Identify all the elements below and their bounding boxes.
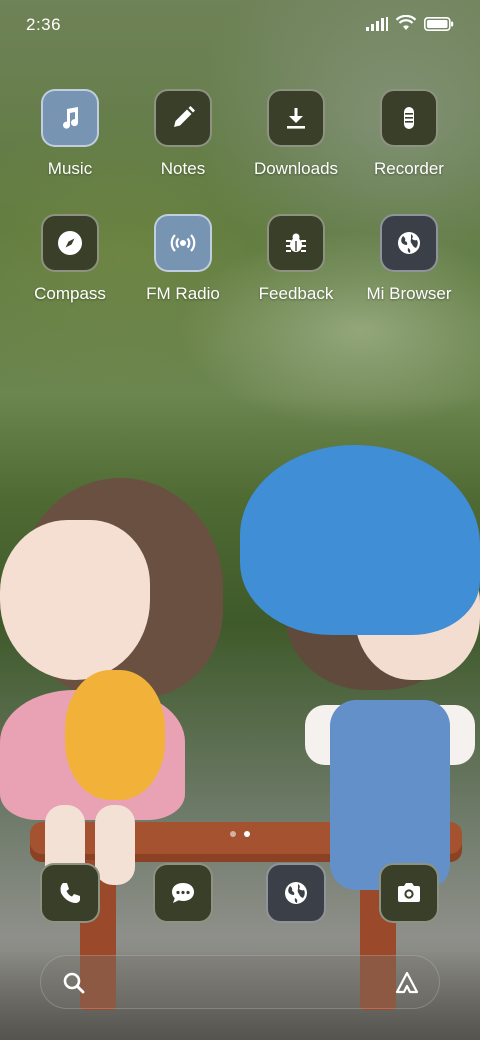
dock-phone[interactable] [40,863,100,923]
wallpaper-boy-overall [330,700,450,890]
page-indicator [0,831,480,837]
app-label: Recorder [374,159,444,178]
app-compass[interactable]: Compass [14,214,126,304]
bug-icon[interactable] [267,214,325,272]
app-feedback[interactable]: Feedback [240,214,352,304]
wallpaper-boy-cap [240,445,480,635]
app-label: FM Radio [146,284,220,303]
search-bar[interactable] [40,955,440,1009]
search-icon[interactable] [61,970,87,1001]
radio-signal-icon[interactable] [154,214,212,272]
chat-bubble-icon[interactable] [153,863,213,923]
dock-browser[interactable] [266,863,326,923]
assistant-a-icon[interactable] [393,970,421,1001]
app-recorder[interactable]: Recorder [353,89,465,179]
home-screen: 2:36 Music Notes Downloads Recorder Comp… [0,0,480,1040]
wallpaper-bunny [65,670,165,800]
wallpaper-girl-face [0,520,150,680]
app-music[interactable]: Music [14,89,126,179]
status-bar: 2:36 [0,0,480,50]
battery-icon [424,16,454,36]
app-notes[interactable]: Notes [127,89,239,179]
app-label: Compass [34,284,106,303]
wifi-icon [395,14,417,36]
app-label: Notes [160,159,206,178]
wallpaper-girl-leg [95,805,135,885]
camera-icon[interactable] [379,863,439,923]
app-downloads[interactable]: Downloads [240,89,352,179]
status-time: 2:36 [26,15,62,34]
globe-icon[interactable] [266,863,326,923]
app-label: Feedback [258,284,334,303]
signal-icon [366,16,388,36]
app-label: Music [47,159,93,178]
status-icons [366,14,454,36]
page-dot[interactable] [230,831,236,837]
globe-icon[interactable] [380,214,438,272]
compass-icon[interactable] [41,214,99,272]
app-label: Mi Browser [366,284,452,303]
app-fm-radio[interactable]: FM Radio [127,214,239,304]
dock-camera[interactable] [379,863,439,923]
app-label: Downloads [253,159,339,178]
dock-messages[interactable] [153,863,213,923]
phone-icon[interactable] [40,863,100,923]
app-mi-browser[interactable]: Mi Browser [353,214,465,304]
page-dot-active[interactable] [244,831,250,837]
pencil-icon[interactable] [154,89,212,147]
download-icon[interactable] [267,89,325,147]
microphone-icon[interactable] [380,89,438,147]
music-icon[interactable] [41,89,99,147]
